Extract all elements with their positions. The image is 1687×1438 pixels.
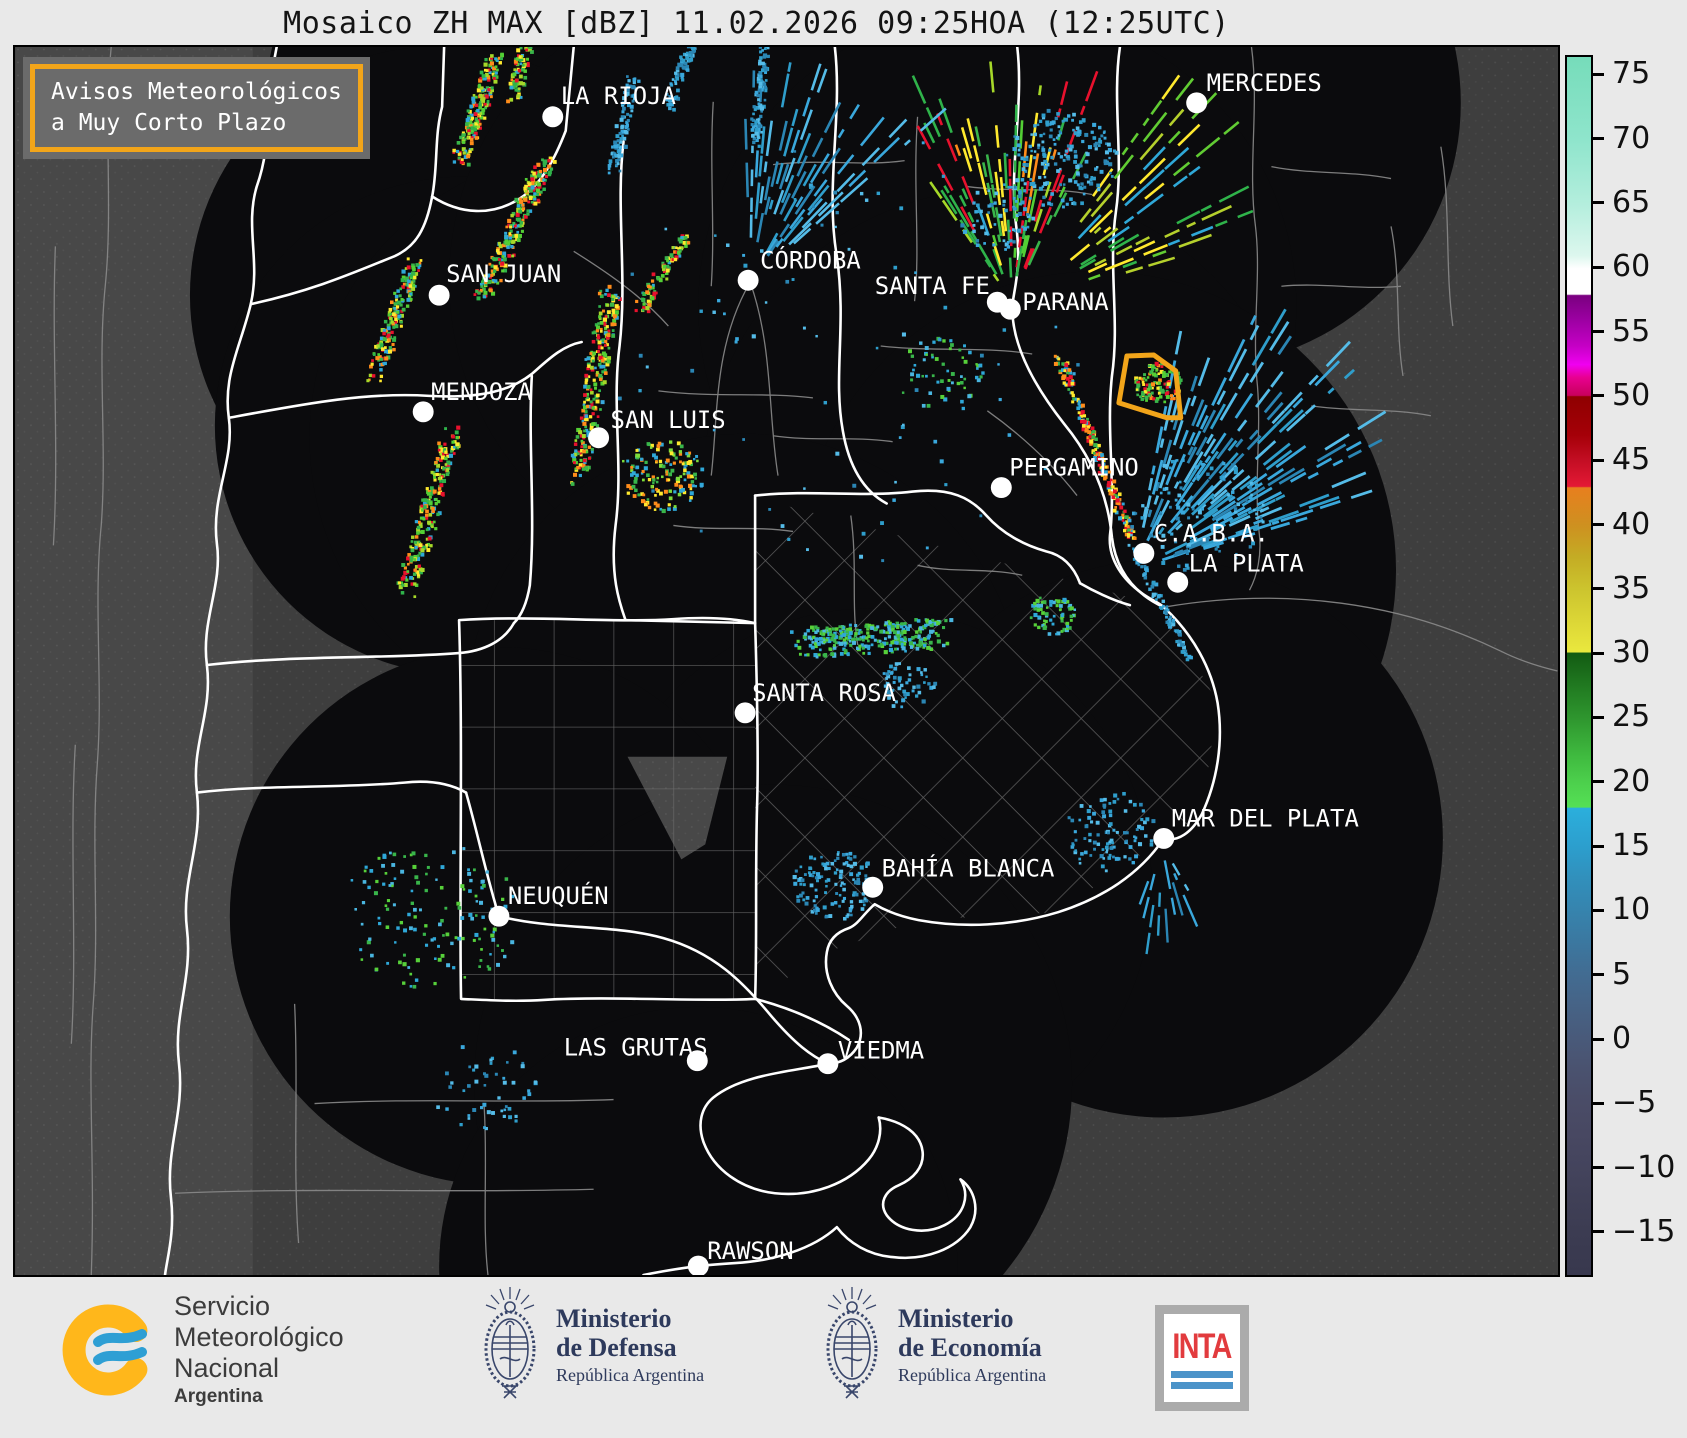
colorbar-tick bbox=[1593, 909, 1604, 912]
city-dot-neuquen bbox=[488, 906, 509, 927]
city-label-caba: C.A.B.A. bbox=[1154, 519, 1269, 547]
la-pampa-dept-grid bbox=[461, 620, 755, 999]
colorbar-tick-label: 50 bbox=[1612, 378, 1650, 413]
city-label-san-juan: SAN JUAN bbox=[446, 260, 561, 288]
ministerio-defensa-logo: Ministerio de Defensa República Argentin… bbox=[478, 1285, 704, 1405]
page-title: Mosaico ZH MAX [dBZ] 11.02.2026 09:25HOA… bbox=[13, 6, 1560, 41]
smn-name-line3: Nacional bbox=[174, 1353, 344, 1384]
colorbar-tick-label: 20 bbox=[1612, 764, 1650, 799]
city-label-bahia-blanca: BAHÍA BLANCA bbox=[882, 853, 1055, 882]
colorbar-tick bbox=[1593, 1166, 1604, 1169]
colorbar-tick-label: 40 bbox=[1612, 506, 1650, 541]
colorbar-tick-label: −5 bbox=[1612, 1085, 1656, 1120]
city-label-viedma: VIEDMA bbox=[838, 1037, 924, 1065]
city-dot-caba bbox=[1133, 543, 1154, 564]
smn-name-line4: Argentina bbox=[174, 1386, 344, 1408]
colorbar-tick-label: 10 bbox=[1612, 892, 1650, 927]
city-label-pergamino: PERGAMINO bbox=[1009, 454, 1139, 482]
smn-name-line2: Meteorológico bbox=[174, 1322, 344, 1353]
inta-logo: INTA bbox=[1155, 1305, 1249, 1411]
warning-legend: Avisos Meteorológicos a Muy Corto Plazo bbox=[23, 57, 370, 159]
smn-logo: Servicio Meteorológico Nacional Argentin… bbox=[58, 1291, 344, 1408]
city-label-la-rioja: LA RIOJA bbox=[561, 82, 676, 110]
inta-wordmark: INTA bbox=[1173, 1327, 1231, 1367]
city-dot-cordoba bbox=[738, 270, 759, 291]
colorbar-tick bbox=[1593, 73, 1604, 76]
city-label-santa-fe: SANTA FE bbox=[875, 272, 990, 300]
colorbar-tick bbox=[1593, 780, 1604, 783]
colorbar-tick-label: 15 bbox=[1612, 828, 1650, 863]
colorbar-tick-label: 70 bbox=[1612, 120, 1650, 155]
colorbar-tick-label: 55 bbox=[1612, 313, 1650, 348]
colorbar-tick bbox=[1593, 330, 1604, 333]
colorbar-tick-label: 0 bbox=[1612, 1021, 1631, 1056]
city-label-mar-del-plata: MAR DEL PLATA bbox=[1172, 804, 1359, 832]
city-dot-san-luis bbox=[588, 427, 609, 448]
colorbar-tick bbox=[1593, 1230, 1604, 1233]
city-dot-parana bbox=[1000, 299, 1021, 320]
radar-map-canvas: LA RIOJA MERCEDES SAN JUAN CÓRDOBA SANTA FE P… bbox=[15, 47, 1558, 1275]
defensa-line3: República Argentina bbox=[556, 1365, 704, 1386]
colorbar-tick bbox=[1593, 845, 1604, 848]
economia-line1: Ministerio bbox=[898, 1304, 1046, 1333]
colorbar-tick-label: 35 bbox=[1612, 571, 1650, 606]
defensa-line2: de Defensa bbox=[556, 1333, 704, 1362]
city-label-neuquen: NEUQUÉN bbox=[508, 881, 609, 910]
defensa-line1: Ministerio bbox=[556, 1304, 704, 1333]
smn-logo-icon bbox=[58, 1300, 158, 1400]
colorbar-tick bbox=[1593, 716, 1604, 719]
warning-legend-line1: Avisos Meteorológicos bbox=[51, 77, 342, 108]
inta-bar-2 bbox=[1171, 1382, 1233, 1389]
smn-name-line1: Servicio bbox=[174, 1291, 344, 1322]
colorbar-tick bbox=[1593, 523, 1604, 526]
city-label-las-grutas: LAS GRUTAS bbox=[564, 1034, 708, 1062]
city-label-parana: PARANA bbox=[1022, 288, 1108, 316]
city-dot-bahia-blanca bbox=[862, 877, 883, 898]
city-label-la-plata: LA PLATA bbox=[1189, 549, 1304, 577]
colorbar-tick-label: 60 bbox=[1612, 249, 1650, 284]
economia-line2: de Economía bbox=[898, 1333, 1046, 1362]
radar-product-page: Mosaico ZH MAX [dBZ] 11.02.2026 09:25HOA… bbox=[0, 0, 1687, 1438]
colorbar-tick-label: 25 bbox=[1612, 699, 1650, 734]
colorbar-tick-label: 5 bbox=[1612, 957, 1631, 992]
city-label-rawson: RAWSON bbox=[707, 1237, 793, 1265]
colorbar-tick-label: 30 bbox=[1612, 635, 1650, 670]
colorbar-tick-label: 45 bbox=[1612, 442, 1650, 477]
colorbar-tick bbox=[1593, 394, 1604, 397]
colorbar bbox=[1565, 55, 1593, 1277]
ministerio-economia-logo: Ministerio de Economía República Argenti… bbox=[820, 1285, 1046, 1405]
city-dot-la-plata bbox=[1167, 572, 1188, 593]
warning-legend-line2: a Muy Corto Plazo bbox=[51, 108, 342, 139]
colorbar-tick bbox=[1593, 137, 1604, 140]
coat-of-arms-icon bbox=[478, 1285, 542, 1405]
economia-line3: República Argentina bbox=[898, 1365, 1046, 1386]
city-label-san-luis: SAN LUIS bbox=[611, 406, 726, 434]
inta-bar-1 bbox=[1171, 1371, 1233, 1378]
city-label-santa-rosa: SANTA ROSA bbox=[752, 679, 896, 707]
colorbar-tick bbox=[1593, 1038, 1604, 1041]
colorbar-tick-label: 75 bbox=[1612, 56, 1650, 91]
colorbar-tick-label: −15 bbox=[1612, 1214, 1675, 1249]
colorbar-tick bbox=[1593, 266, 1604, 269]
colorbar-tick bbox=[1593, 201, 1604, 204]
colorbar-tick-label: 65 bbox=[1612, 185, 1650, 220]
city-label-cordoba: CÓRDOBA bbox=[760, 244, 861, 274]
footer: Servicio Meteorológico Nacional Argentin… bbox=[0, 1277, 1687, 1438]
coat-of-arms-icon bbox=[820, 1285, 884, 1405]
colorbar-tick bbox=[1593, 587, 1604, 590]
city-label-mendoza: MENDOZA bbox=[431, 378, 532, 406]
colorbar-tick bbox=[1593, 652, 1604, 655]
colorbar-tick bbox=[1593, 973, 1604, 976]
city-label-mercedes: MERCEDES bbox=[1207, 69, 1322, 97]
colorbar-tick bbox=[1593, 459, 1604, 462]
colorbar-tick-label: −10 bbox=[1612, 1149, 1675, 1184]
city-dot-viedma bbox=[817, 1053, 838, 1074]
colorbar-tick bbox=[1593, 1102, 1604, 1105]
city-dot-mercedes bbox=[1186, 92, 1207, 113]
radar-map: LA RIOJA MERCEDES SAN JUAN CÓRDOBA SANTA FE P… bbox=[13, 45, 1560, 1277]
